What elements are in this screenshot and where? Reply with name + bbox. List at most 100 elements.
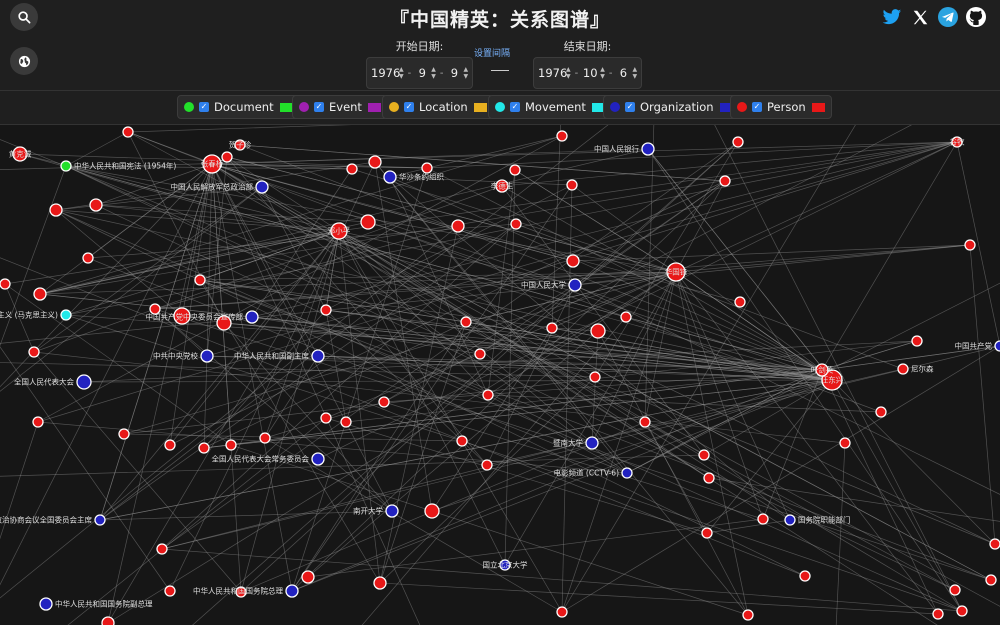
x-link[interactable] xyxy=(909,6,931,28)
graph-node[interactable] xyxy=(757,513,769,525)
graph-node[interactable] xyxy=(932,608,944,620)
graph-node[interactable] xyxy=(82,252,94,264)
graph-node[interactable] xyxy=(225,439,237,451)
graph-node[interactable] xyxy=(373,576,387,590)
graph-node[interactable] xyxy=(360,214,376,230)
graph-node[interactable] xyxy=(556,130,568,142)
graph-node[interactable] xyxy=(33,287,47,301)
graph-node-organization[interactable] xyxy=(285,584,299,598)
graph-node[interactable] xyxy=(510,218,522,230)
graph-node[interactable] xyxy=(346,163,358,175)
graph-node[interactable] xyxy=(340,416,352,428)
end-day[interactable]: 6 xyxy=(616,66,630,80)
legend-organization[interactable]: ✓ Organization xyxy=(603,95,740,119)
graph-node[interactable] xyxy=(639,416,651,428)
graph-node-document[interactable] xyxy=(60,160,72,172)
graph-node[interactable] xyxy=(732,136,744,148)
graph-node-organization[interactable] xyxy=(568,278,582,292)
graph-node-organization[interactable] xyxy=(311,349,325,363)
graph-node[interactable] xyxy=(460,316,472,328)
graph-node[interactable] xyxy=(985,574,997,586)
graph-node[interactable] xyxy=(546,322,558,334)
graph-node[interactable] xyxy=(320,304,332,316)
graph-node[interactable] xyxy=(949,584,961,596)
legend-movement[interactable]: ✓ Movement xyxy=(488,95,612,119)
graph-node-organization[interactable] xyxy=(641,142,655,156)
graph-node[interactable] xyxy=(742,609,754,621)
graph-node[interactable] xyxy=(421,162,433,174)
legend-person[interactable]: ✓ Person xyxy=(730,95,832,119)
graph-node[interactable] xyxy=(566,254,580,268)
graph-canvas[interactable]: 汪东兴张春桥中华人民共和国宪法 (1954年)贺子珍黄克诚华沙条约组织李德生中国… xyxy=(0,125,1000,625)
start-month[interactable]: 9 xyxy=(415,66,429,80)
graph-node[interactable] xyxy=(698,449,710,461)
graph-node[interactable] xyxy=(701,527,713,539)
graph-node-organization[interactable] xyxy=(200,349,214,363)
graph-node[interactable] xyxy=(456,435,468,447)
graph-node[interactable] xyxy=(424,503,440,519)
end-year[interactable]: 1976 xyxy=(538,66,567,80)
graph-node[interactable] xyxy=(221,151,233,163)
graph-node-organization[interactable] xyxy=(621,467,633,479)
graph-node[interactable] xyxy=(164,439,176,451)
document-checkbox[interactable]: ✓ xyxy=(199,102,209,112)
movement-checkbox[interactable]: ✓ xyxy=(510,102,520,112)
graph-node-organization[interactable] xyxy=(94,514,106,526)
twitter-link[interactable] xyxy=(881,6,903,28)
graph-node[interactable] xyxy=(259,432,271,444)
language-button[interactable] xyxy=(10,47,38,75)
graph-node[interactable] xyxy=(378,396,390,408)
legend-event[interactable]: ✓ Event xyxy=(292,95,388,119)
graph-node-organization[interactable] xyxy=(784,514,796,526)
end-day-stepper[interactable]: ▲ ▼ xyxy=(632,66,637,80)
graph-node[interactable] xyxy=(122,126,134,138)
start-day[interactable]: 9 xyxy=(447,66,461,80)
graph-node[interactable] xyxy=(0,278,11,290)
graph-node[interactable] xyxy=(482,389,494,401)
graph-node[interactable] xyxy=(320,412,332,424)
graph-node[interactable] xyxy=(101,616,115,625)
set-interval-link[interactable]: 设置间隔 xyxy=(474,46,510,59)
graph-node-organization[interactable] xyxy=(311,452,325,466)
graph-node[interactable] xyxy=(198,442,210,454)
graph-node[interactable] xyxy=(566,179,578,191)
graph-node[interactable] xyxy=(368,155,382,169)
github-link[interactable] xyxy=(965,6,987,28)
graph-node[interactable] xyxy=(194,274,206,286)
graph-node[interactable] xyxy=(481,459,493,471)
event-checkbox[interactable]: ✓ xyxy=(314,102,324,112)
end-month[interactable]: 10 xyxy=(582,66,598,80)
graph-node-organization[interactable] xyxy=(255,180,269,194)
start-month-stepper[interactable]: ▲ ▼ xyxy=(431,66,436,80)
start-day-stepper[interactable]: ▲ ▼ xyxy=(463,66,468,80)
graph-node-organization[interactable] xyxy=(385,504,399,518)
graph-node-organization[interactable] xyxy=(994,340,1000,352)
end-month-stepper[interactable]: ▲ ▼ xyxy=(600,66,605,80)
telegram-link[interactable] xyxy=(937,6,959,28)
graph-node[interactable] xyxy=(28,346,40,358)
graph-node-movement[interactable] xyxy=(60,309,72,321)
graph-node-organization[interactable] xyxy=(245,310,259,324)
graph-node[interactable] xyxy=(911,335,923,347)
graph-node[interactable] xyxy=(509,164,521,176)
graph-node[interactable] xyxy=(590,323,606,339)
graph-node[interactable] xyxy=(799,570,811,582)
relationship-graph[interactable]: 汪东兴 张春桥 中华人民共和国宪法 (1954年) 贺子珍 黄克诚 华沙条约组织 李德生 中国… xyxy=(0,125,1000,625)
graph-node-person[interactable] xyxy=(897,363,909,375)
graph-node[interactable] xyxy=(451,219,465,233)
graph-node[interactable] xyxy=(118,428,130,440)
graph-node[interactable] xyxy=(156,543,168,555)
graph-node-organization[interactable] xyxy=(383,170,397,184)
graph-node[interactable] xyxy=(734,296,746,308)
graph-node[interactable] xyxy=(719,175,731,187)
graph-node[interactable] xyxy=(49,203,63,217)
graph-node[interactable] xyxy=(989,538,1000,550)
graph-node[interactable] xyxy=(589,371,601,383)
graph-node-organization[interactable] xyxy=(76,374,92,390)
graph-node-organization[interactable] xyxy=(39,597,53,611)
graph-node[interactable] xyxy=(556,606,568,618)
person-checkbox[interactable]: ✓ xyxy=(752,102,762,112)
graph-node[interactable] xyxy=(89,198,103,212)
graph-node-organization[interactable] xyxy=(585,436,599,450)
graph-node[interactable] xyxy=(956,605,968,617)
